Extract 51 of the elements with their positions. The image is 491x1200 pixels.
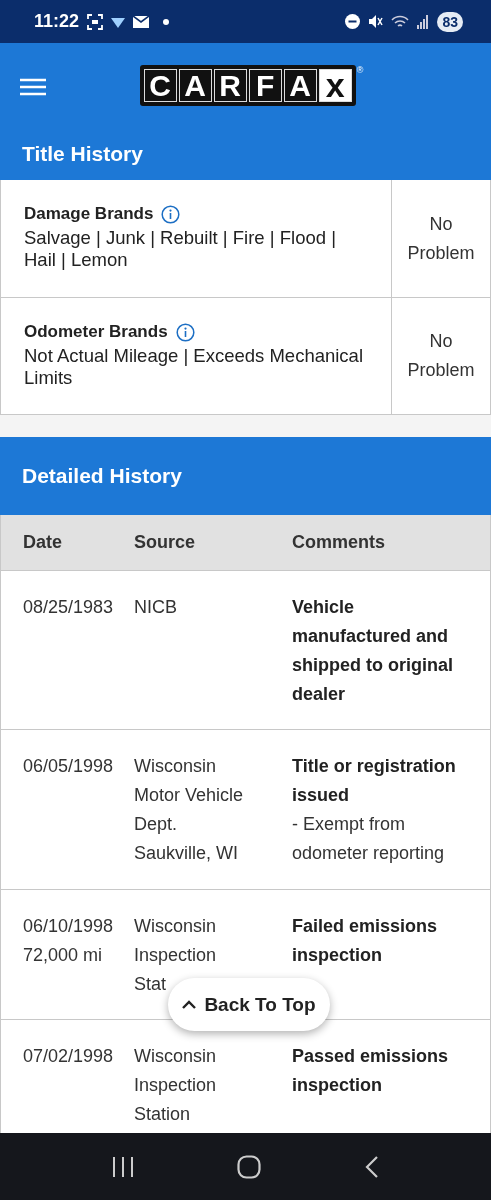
column-header: Date [23,532,62,552]
source-cell: Saukville, WI [134,843,239,863]
brand-details: Salvage | Junk | Rebuilt | Fire | Flood | Hail | Lemon [24,227,337,271]
section-title: Title History [21,141,144,167]
date-cell: 07/02/1998 [23,1046,114,1066]
date-cell: 06/05/1998 [23,756,114,776]
back-icon[interactable] [365,1155,380,1178]
comment-note: - Exempt from odometer reporting [292,813,446,865]
brand-label: Damage Brands [24,204,154,224]
comment-title: Passed emissions inspection [292,1045,450,1097]
status-text: No Problem [406,330,476,382]
date-cell: 08/25/1983 [23,597,114,617]
source-cell: Stat [134,974,167,994]
info-icon[interactable] [175,322,195,342]
back-to-top-button[interactable]: Back To Top [168,978,330,1031]
status-text: No Problem [406,212,476,265]
wifi-icon [391,14,410,29]
column-header: Comments [292,532,385,552]
recent-apps-icon[interactable] [111,1156,134,1177]
screenshot-icon [87,13,104,30]
source-cell: Wisconsin [134,916,217,936]
mail-icon [133,15,150,28]
source-cell: Dept. [134,814,178,834]
signal-icon [417,14,430,29]
status-time: 11:22 [34,11,80,32]
comment-title: Vehicle manufactured and shipped to original dealer [292,596,454,706]
source-cell: Wisconsin [134,1046,217,1066]
source-cell: Inspection [134,1075,217,1095]
brand-details: Not Actual Mileage | Exceeds Mechanical Limits [24,345,364,389]
home-icon[interactable] [237,1154,262,1179]
do-not-disturb-icon [345,14,361,29]
mute-icon [368,14,384,29]
brand-label: Odometer Brands [24,322,168,342]
source-cell: NICB [134,597,177,617]
info-icon[interactable] [161,204,181,224]
comment-title: Title or registration issued [292,755,457,807]
source-cell: Wisconsin [134,756,217,776]
dot-icon [163,18,170,25]
battery-level: 83 [437,11,463,32]
comment-title: Failed emissions inspection [292,915,439,967]
column-header: Source [134,532,196,552]
registered-mark: ® [356,65,364,75]
date-cell: 72,000 mi [23,945,103,965]
menu-icon[interactable] [20,78,46,96]
source-cell: Motor Vehicle [134,785,244,805]
source-cell: Inspection [134,945,217,965]
date-cell: 06/10/1998 [23,916,114,936]
logo: C A R F A x [139,65,356,106]
section-title: Detailed History [21,463,183,489]
source-cell: Station [134,1104,191,1124]
chevron-up-icon [182,1000,197,1009]
